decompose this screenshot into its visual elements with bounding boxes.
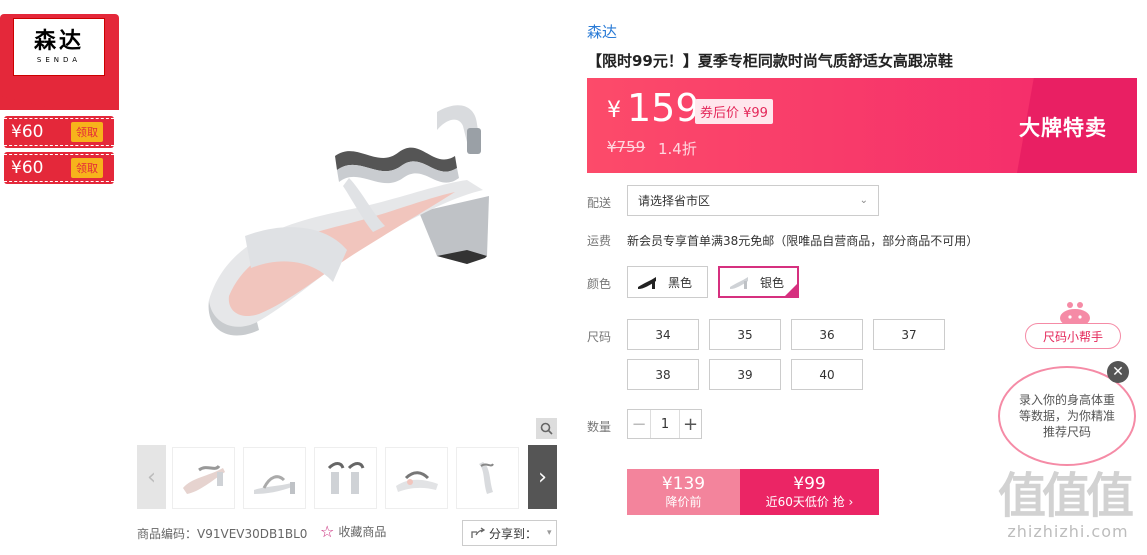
buy-left-price: ¥139 [661,474,706,494]
thumb-prev-button[interactable]: ‹ [137,445,166,509]
size-option-40[interactable]: 40 [791,359,863,390]
thumb-next-button[interactable]: › [528,445,557,509]
delivery-region-select[interactable]: 请选择省市区 ⌄ [627,185,879,216]
store-link[interactable]: 森达 [587,21,617,42]
promo-tag: 大牌特卖 [1019,116,1107,140]
thumbnail[interactable] [314,447,377,509]
sandal-thumbnail-icon [395,471,438,492]
price-panel: ¥ 159 券后价 ¥99 ¥759 1.4折 大牌特卖 [587,78,1137,173]
chevron-down-icon: ⌄ [859,195,868,206]
size-option-37[interactable]: 37 [873,319,945,350]
buy-right-price: ¥99 [793,474,826,494]
watermark-glyphs: 值值值 [998,468,1134,524]
quantity-increase-button[interactable]: + [679,410,701,438]
color-label: 颜色 [587,277,612,291]
size-option-38[interactable]: 38 [627,359,699,390]
sandal-thumbnail-icon [327,462,364,494]
zoom-button[interactable] [536,418,557,439]
quantity-label: 数量 [587,420,612,434]
black-sandal-swatch-icon [638,277,656,289]
share-label: 分享到： [489,526,538,541]
sandal-thumbnail-icon [478,462,494,494]
share-icon [471,527,485,538]
quantity-stepper: − 1 + [627,409,702,439]
silver-sandal-swatch-icon [730,277,748,289]
coupon-amount: ¥60 [11,122,44,142]
brand-card-ribbon [0,96,119,110]
chevron-down-icon: ▾ [547,528,552,538]
sandal-thumbnail-icon [253,475,295,494]
coupon-claim-button[interactable]: 领取 [71,122,103,142]
favorite-label: 收藏商品 [338,525,387,539]
size-label: 尺码 [587,330,612,344]
delivery-region-value: 请选择省市区 [638,194,711,208]
thumbnail[interactable] [243,447,306,509]
size-option-34[interactable]: 34 [627,319,699,350]
selected-check-icon [784,283,798,297]
magnifier-icon [540,422,553,435]
delivery-label: 配送 [587,196,612,210]
discount-rate: 1.4折 [658,140,697,158]
star-icon: ☆ [320,521,335,541]
quantity-decrease-button[interactable]: − [628,410,651,438]
coupon-claim-button[interactable]: 领取 [71,158,103,178]
sandal-thumbnail-icon [182,464,225,494]
size-option-39[interactable]: 39 [709,359,781,390]
shipping-label: 运费 [587,234,612,248]
brand-logo-en: SENDA [36,56,82,64]
color-option-label: 黑色 [668,275,693,290]
thumbnail[interactable] [172,447,235,509]
current-price: 159 [627,86,700,130]
brand-logo-text: 森达 [33,29,84,54]
buy-right-caption: 近60天低价 抢 › [765,495,854,509]
watermark: 值值值 zhizhizhi.com [998,470,1138,541]
close-icon[interactable]: ✕ [1107,361,1129,383]
size-helper-button[interactable]: 尺码小帮手 [1025,323,1121,349]
product-sku: 商品编码：V91VEV30DB1BL0 [137,527,308,541]
coupon-item: ¥60 领取 [4,116,114,148]
buy-now-button[interactable]: ¥99 近60天低价 抢 › [740,469,879,515]
currency-symbol: ¥ [607,98,621,123]
color-option-black[interactable]: 黑色 [627,266,708,298]
coupon-item: ¥60 领取 [4,152,114,184]
coupon-amount: ¥60 [11,158,44,178]
size-option-35[interactable]: 35 [709,319,781,350]
product-main-image[interactable] [137,0,557,440]
shipping-info: 新会员专享首单满38元免邮（限唯品自营商品，部分商品不可用） [627,234,979,248]
after-coupon-price: 券后价 ¥99 [695,99,773,124]
quantity-input[interactable]: 1 [651,410,679,438]
share-button[interactable]: 分享到： ▾ [462,520,557,546]
brand-logo[interactable]: 森达 SENDA [13,18,105,76]
original-price: ¥759 [607,138,646,156]
product-title: 【限时99元！】夏季专柜同款时尚气质舒适女高跟凉鞋 [587,52,953,70]
buy-left-caption: 降价前 [665,495,702,509]
color-option-silver[interactable]: 银色 [718,266,799,298]
watermark-domain: zhizhizhi.com [1007,522,1129,541]
buy-original-price-button[interactable]: ¥139 降价前 [627,469,740,515]
size-option-36[interactable]: 36 [791,319,863,350]
favorite-button[interactable]: ☆ 收藏商品 [320,523,386,540]
thumbnail[interactable] [385,447,448,509]
color-option-label: 银色 [760,275,785,290]
thumbnail[interactable] [456,447,519,509]
